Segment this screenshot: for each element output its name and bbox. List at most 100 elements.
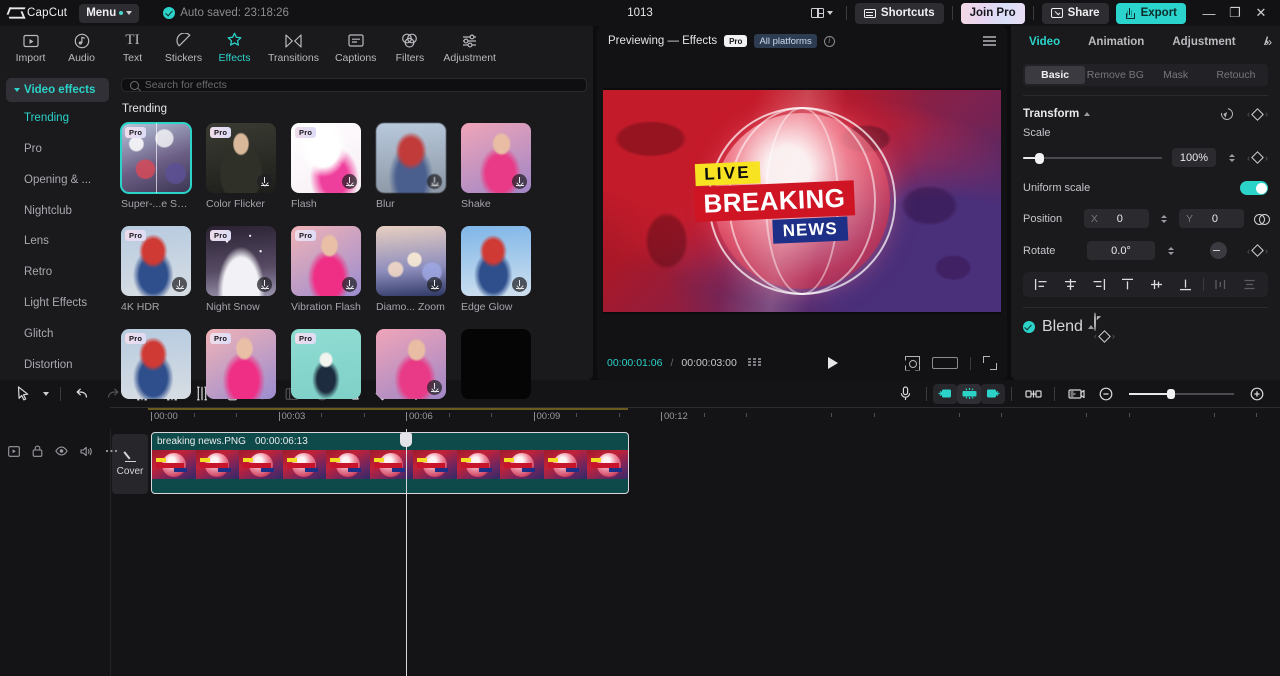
- effect-thumbnail[interactable]: Pro: [206, 329, 276, 399]
- blend-checkbox[interactable]: [1023, 321, 1035, 333]
- info-icon[interactable]: [823, 35, 835, 47]
- tab-stickers[interactable]: Stickers: [159, 28, 208, 68]
- effect-thumbnail[interactable]: Pro: [206, 123, 276, 193]
- zoom-in-button[interactable]: [1242, 383, 1272, 405]
- close-button[interactable]: ✕: [1248, 1, 1274, 25]
- effect-card[interactable]: Pro: [206, 329, 276, 404]
- effect-card[interactable]: Pro: [121, 329, 191, 404]
- effect-thumbnail[interactable]: Pro: [206, 226, 276, 296]
- select-tool-dropdown[interactable]: [38, 383, 54, 405]
- effect-thumbnail[interactable]: [376, 329, 446, 399]
- effect-thumbnail[interactable]: [376, 226, 446, 296]
- segment-retouch[interactable]: Retouch: [1206, 66, 1266, 84]
- segment-basic[interactable]: Basic: [1025, 66, 1086, 84]
- align-left-icon[interactable]: [1027, 275, 1056, 294]
- effect-thumbnail[interactable]: [461, 123, 531, 193]
- preview-menu-icon[interactable]: [983, 36, 996, 46]
- sidebar-item-light-effects[interactable]: Light Effects: [6, 288, 109, 318]
- scale-stepper[interactable]: [1226, 153, 1237, 162]
- position-x-stepper[interactable]: [1159, 214, 1169, 223]
- effect-thumbnail[interactable]: Pro: [291, 329, 361, 399]
- tab-audio[interactable]: Audio: [57, 28, 106, 68]
- slider-knob[interactable]: [1035, 152, 1045, 164]
- shortcuts-button[interactable]: Shortcuts: [854, 2, 944, 24]
- download-icon[interactable]: [427, 277, 442, 292]
- effect-card[interactable]: Diamo... Zoom: [376, 226, 446, 313]
- download-icon[interactable]: [512, 277, 527, 292]
- track-mute-icon[interactable]: [80, 446, 93, 457]
- preview-thumbnails-button[interactable]: [1061, 383, 1091, 405]
- tab-filters[interactable]: Filters: [385, 28, 434, 68]
- position-y-input[interactable]: Y 0: [1179, 209, 1244, 228]
- keyframe-scale-button[interactable]: ‹ ›: [1247, 151, 1268, 164]
- effect-thumbnail[interactable]: Pro: [121, 226, 191, 296]
- select-tool-button[interactable]: [8, 383, 38, 405]
- effect-card[interactable]: [461, 329, 531, 404]
- download-icon[interactable]: [342, 277, 357, 292]
- sidebar-item-nightclub[interactable]: Nightclub: [6, 196, 109, 226]
- frame-list-icon[interactable]: [747, 358, 761, 368]
- effect-card[interactable]: Pro Night Snow: [206, 226, 276, 313]
- distribute-vertical-icon[interactable]: [1235, 275, 1264, 294]
- align-center-horizontal-icon[interactable]: [1056, 275, 1085, 294]
- link-clips-button[interactable]: [1018, 383, 1048, 405]
- effect-card[interactable]: Pro: [291, 329, 361, 404]
- download-icon[interactable]: [512, 174, 527, 189]
- chevron-up-icon[interactable]: [1084, 112, 1091, 116]
- category-group-video-effects[interactable]: Video effects: [6, 78, 109, 102]
- play-button[interactable]: [827, 357, 838, 369]
- track-more-icon[interactable]: [105, 449, 118, 453]
- fullscreen-icon[interactable]: [982, 356, 997, 370]
- sidebar-item-opening[interactable]: Opening & ...: [6, 165, 109, 195]
- undo-button[interactable]: [67, 383, 97, 405]
- auto-snap-button[interactable]: [957, 383, 981, 404]
- sidebar-item-distortion[interactable]: Distortion: [6, 350, 109, 380]
- uniform-scale-toggle[interactable]: [1240, 181, 1268, 195]
- effect-card[interactable]: Pro Color Flicker: [206, 123, 276, 210]
- position-x-input[interactable]: X 0: [1083, 209, 1149, 228]
- sidebar-item-glitch[interactable]: Glitch: [6, 319, 109, 349]
- effect-card[interactable]: [376, 329, 446, 404]
- track-lock-icon[interactable]: [32, 445, 43, 457]
- share-button[interactable]: Share: [1041, 2, 1109, 24]
- rotate-value-input[interactable]: 0.0°: [1087, 241, 1155, 260]
- tab-video[interactable]: Video: [1023, 36, 1074, 48]
- align-right-icon[interactable]: [1085, 275, 1114, 294]
- effect-card[interactable]: Edge Glow: [461, 226, 531, 313]
- effect-thumbnail[interactable]: Pro: [291, 226, 361, 296]
- effect-card[interactable]: Pro Vibration Flash: [291, 226, 361, 313]
- sidebar-item-retro[interactable]: Retro: [6, 257, 109, 287]
- effect-thumbnail[interactable]: Pro: [120, 122, 192, 194]
- aspect-ratio-button[interactable]: [931, 357, 958, 369]
- reset-blend-icon[interactable]: [1093, 312, 1096, 331]
- link-position-icon[interactable]: [1253, 213, 1271, 225]
- playhead-handle[interactable]: [400, 433, 412, 454]
- effect-thumbnail[interactable]: [461, 329, 531, 399]
- search-input[interactable]: [144, 79, 578, 91]
- segment-remove-bg[interactable]: Remove BG: [1085, 66, 1145, 84]
- sidebar-item-lens[interactable]: Lens: [6, 226, 109, 256]
- effect-card[interactable]: Blur: [376, 123, 446, 210]
- fit-to-screen-icon[interactable]: [905, 356, 920, 371]
- scale-slider[interactable]: [1023, 151, 1162, 165]
- sidebar-item-trending[interactable]: Trending: [6, 103, 109, 133]
- search-effects-field[interactable]: [121, 78, 587, 92]
- tab-adjustment[interactable]: Adjustment: [436, 28, 503, 68]
- effect-thumbnail[interactable]: Pro: [291, 123, 361, 193]
- effect-card[interactable]: Pro Super-...e Spot: [120, 122, 192, 210]
- download-icon[interactable]: [427, 380, 442, 395]
- timeline-clip[interactable]: breaking news.PNG 00:00:06:13: [151, 432, 629, 494]
- minimize-button[interactable]: —: [1196, 1, 1222, 25]
- distribute-horizontal-icon[interactable]: [1207, 275, 1236, 294]
- timeline-ruler[interactable]: 00:00 00:03 00:06 00:09 00:12: [0, 407, 1280, 429]
- zoom-out-button[interactable]: [1091, 383, 1121, 405]
- align-center-vertical-icon[interactable]: [1142, 275, 1171, 294]
- download-icon[interactable]: [342, 174, 357, 189]
- track-visibility-icon[interactable]: [55, 446, 68, 456]
- snap-start-button[interactable]: [933, 383, 957, 404]
- download-icon[interactable]: [257, 174, 272, 189]
- scale-value-input[interactable]: 100%: [1172, 148, 1216, 167]
- align-bottom-icon[interactable]: [1171, 275, 1200, 294]
- more-tabs-icon[interactable]: »: [1265, 35, 1272, 49]
- track-thumbnail-toggle-icon[interactable]: [8, 445, 20, 457]
